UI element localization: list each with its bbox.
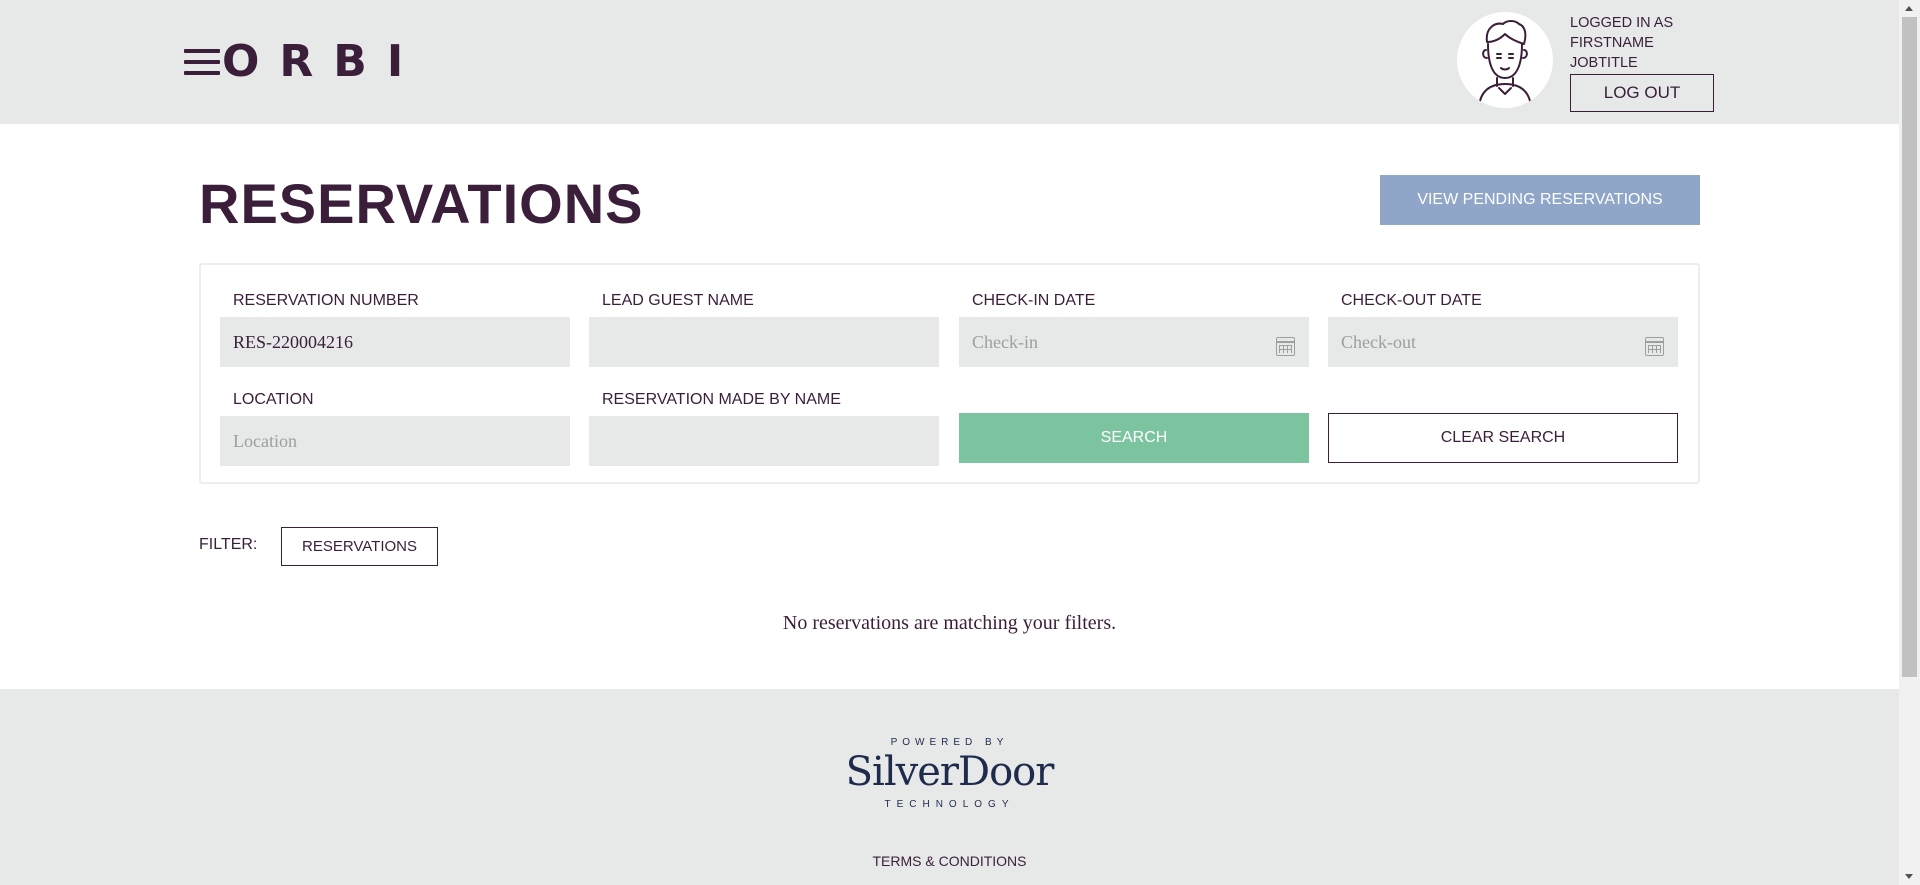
- lead-guest-name-field: LEAD GUEST NAME: [589, 291, 939, 367]
- hamburger-line: [184, 49, 220, 53]
- logged-in-label: LOGGED IN AS: [1570, 15, 1674, 31]
- check-in-date-input[interactable]: [959, 317, 1309, 367]
- user-info: LOGGED IN AS FIRSTNAME JOBTITLE LOG OUT: [1570, 13, 1716, 112]
- hamburger-line: [184, 60, 220, 64]
- user-job-title: JOBTITLE: [1570, 55, 1638, 71]
- avatar-illustration: [1478, 20, 1532, 107]
- silverdoor-technology-text: TECHNOLOGY: [884, 799, 1015, 810]
- scroll-up-arrow-icon[interactable]: [1899, 0, 1920, 17]
- scroll-down-arrow-icon[interactable]: [1899, 868, 1920, 885]
- header: ORBI LOGGED IN AS FIRSTNAME JOBTITLE LOG…: [0, 0, 1899, 124]
- clear-search-button[interactable]: CLEAR SEARCH: [1328, 413, 1678, 463]
- user-avatar-icon: [1457, 12, 1553, 108]
- view-pending-reservations-button[interactable]: VIEW PENDING RESERVATIONS: [1380, 175, 1700, 225]
- lead-guest-name-label: LEAD GUEST NAME: [602, 292, 754, 309]
- terms-and-conditions-link[interactable]: TERMS & CONDITIONS: [0, 853, 1899, 869]
- location-label: LOCATION: [233, 391, 314, 408]
- powered-by-text: POWERED BY: [890, 737, 1009, 748]
- reservation-number-input[interactable]: [220, 317, 570, 367]
- hamburger-icon[interactable]: [184, 47, 220, 77]
- logout-button[interactable]: LOG OUT: [1570, 74, 1714, 112]
- location-field: LOCATION: [220, 390, 570, 466]
- filter-reservations-chip[interactable]: RESERVATIONS: [281, 527, 438, 566]
- hamburger-line: [184, 71, 220, 75]
- reservation-number-field: RESERVATION NUMBER: [220, 291, 570, 367]
- check-out-date-wrap: [1328, 317, 1678, 367]
- silverdoor-logo: SilverDoor: [845, 749, 1055, 795]
- check-in-date-wrap: [959, 317, 1309, 367]
- scrollbar-thumb[interactable]: [1902, 17, 1917, 677]
- lead-guest-name-input[interactable]: [589, 317, 939, 367]
- page: ORBI LOGGED IN AS FIRSTNAME JOBTITLE LOG…: [0, 0, 1899, 885]
- empty-results-message: No reservations are matching your filter…: [782, 612, 1117, 634]
- reservation-number-label: RESERVATION NUMBER: [233, 292, 419, 309]
- made-by-name-label: RESERVATION MADE BY NAME: [602, 391, 841, 408]
- check-out-date-input[interactable]: [1328, 317, 1678, 367]
- made-by-name-input[interactable]: [589, 416, 939, 466]
- check-out-date-field: CHECK-OUT DATE: [1328, 291, 1678, 367]
- made-by-name-field: RESERVATION MADE BY NAME: [589, 390, 939, 466]
- footer: POWERED BY SilverDoor TECHNOLOGY TERMS &…: [0, 689, 1899, 885]
- brand: ORBI: [184, 40, 423, 84]
- search-button[interactable]: SEARCH: [959, 413, 1309, 463]
- location-input[interactable]: [220, 416, 570, 466]
- check-out-date-label: CHECK-OUT DATE: [1341, 292, 1482, 309]
- check-in-date-field: CHECK-IN DATE: [959, 291, 1309, 367]
- user-first-name: FIRSTNAME: [1570, 35, 1654, 51]
- logo[interactable]: ORBI: [222, 40, 423, 84]
- check-in-date-label: CHECK-IN DATE: [972, 292, 1096, 309]
- page-title: RESERVATIONS: [199, 172, 644, 235]
- filter-label: FILTER:: [199, 536, 258, 553]
- search-panel: RESERVATION NUMBER LEAD GUEST NAME CHECK…: [199, 263, 1700, 484]
- vertical-scrollbar[interactable]: [1899, 0, 1920, 885]
